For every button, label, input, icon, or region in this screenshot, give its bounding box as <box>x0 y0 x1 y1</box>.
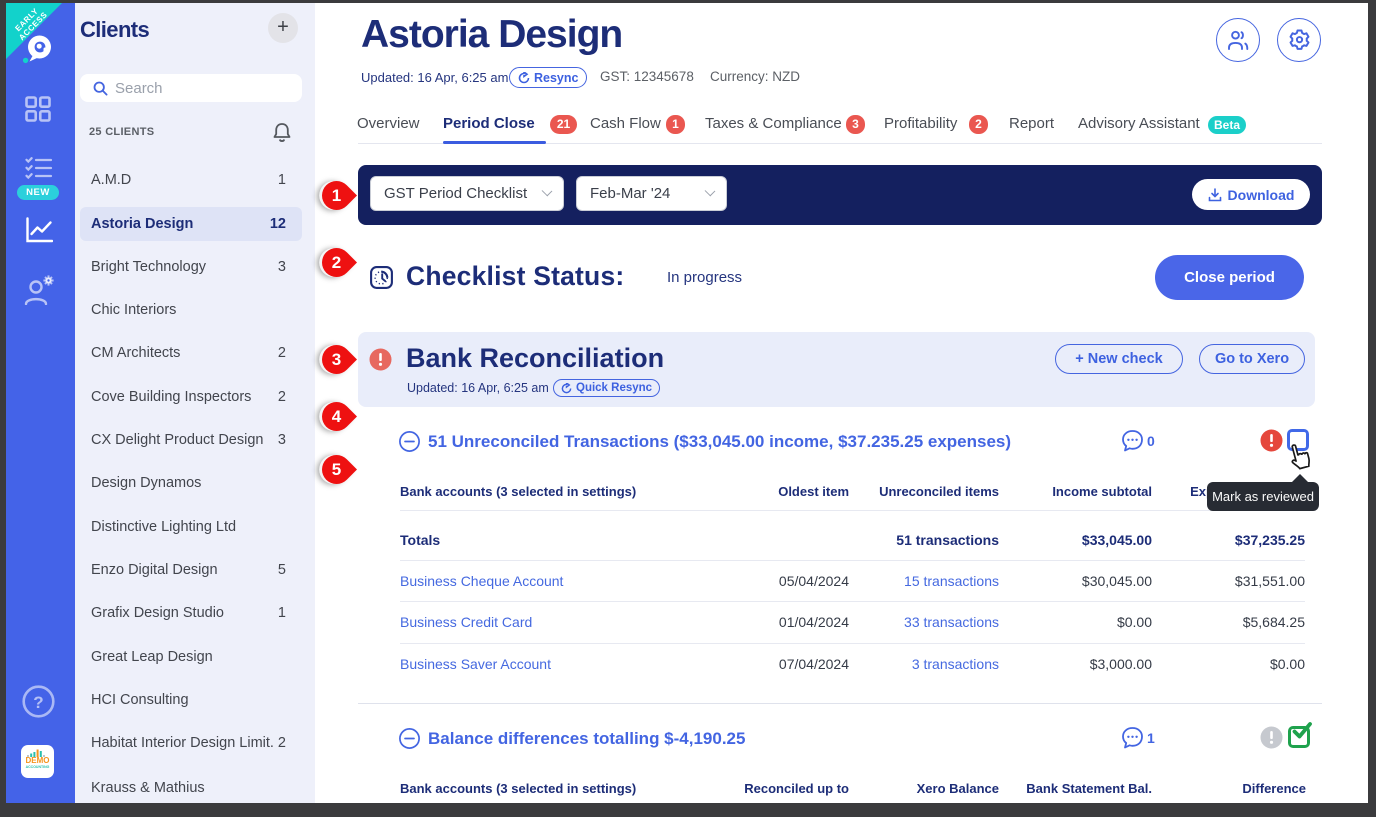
svg-text:?: ? <box>33 693 43 712</box>
